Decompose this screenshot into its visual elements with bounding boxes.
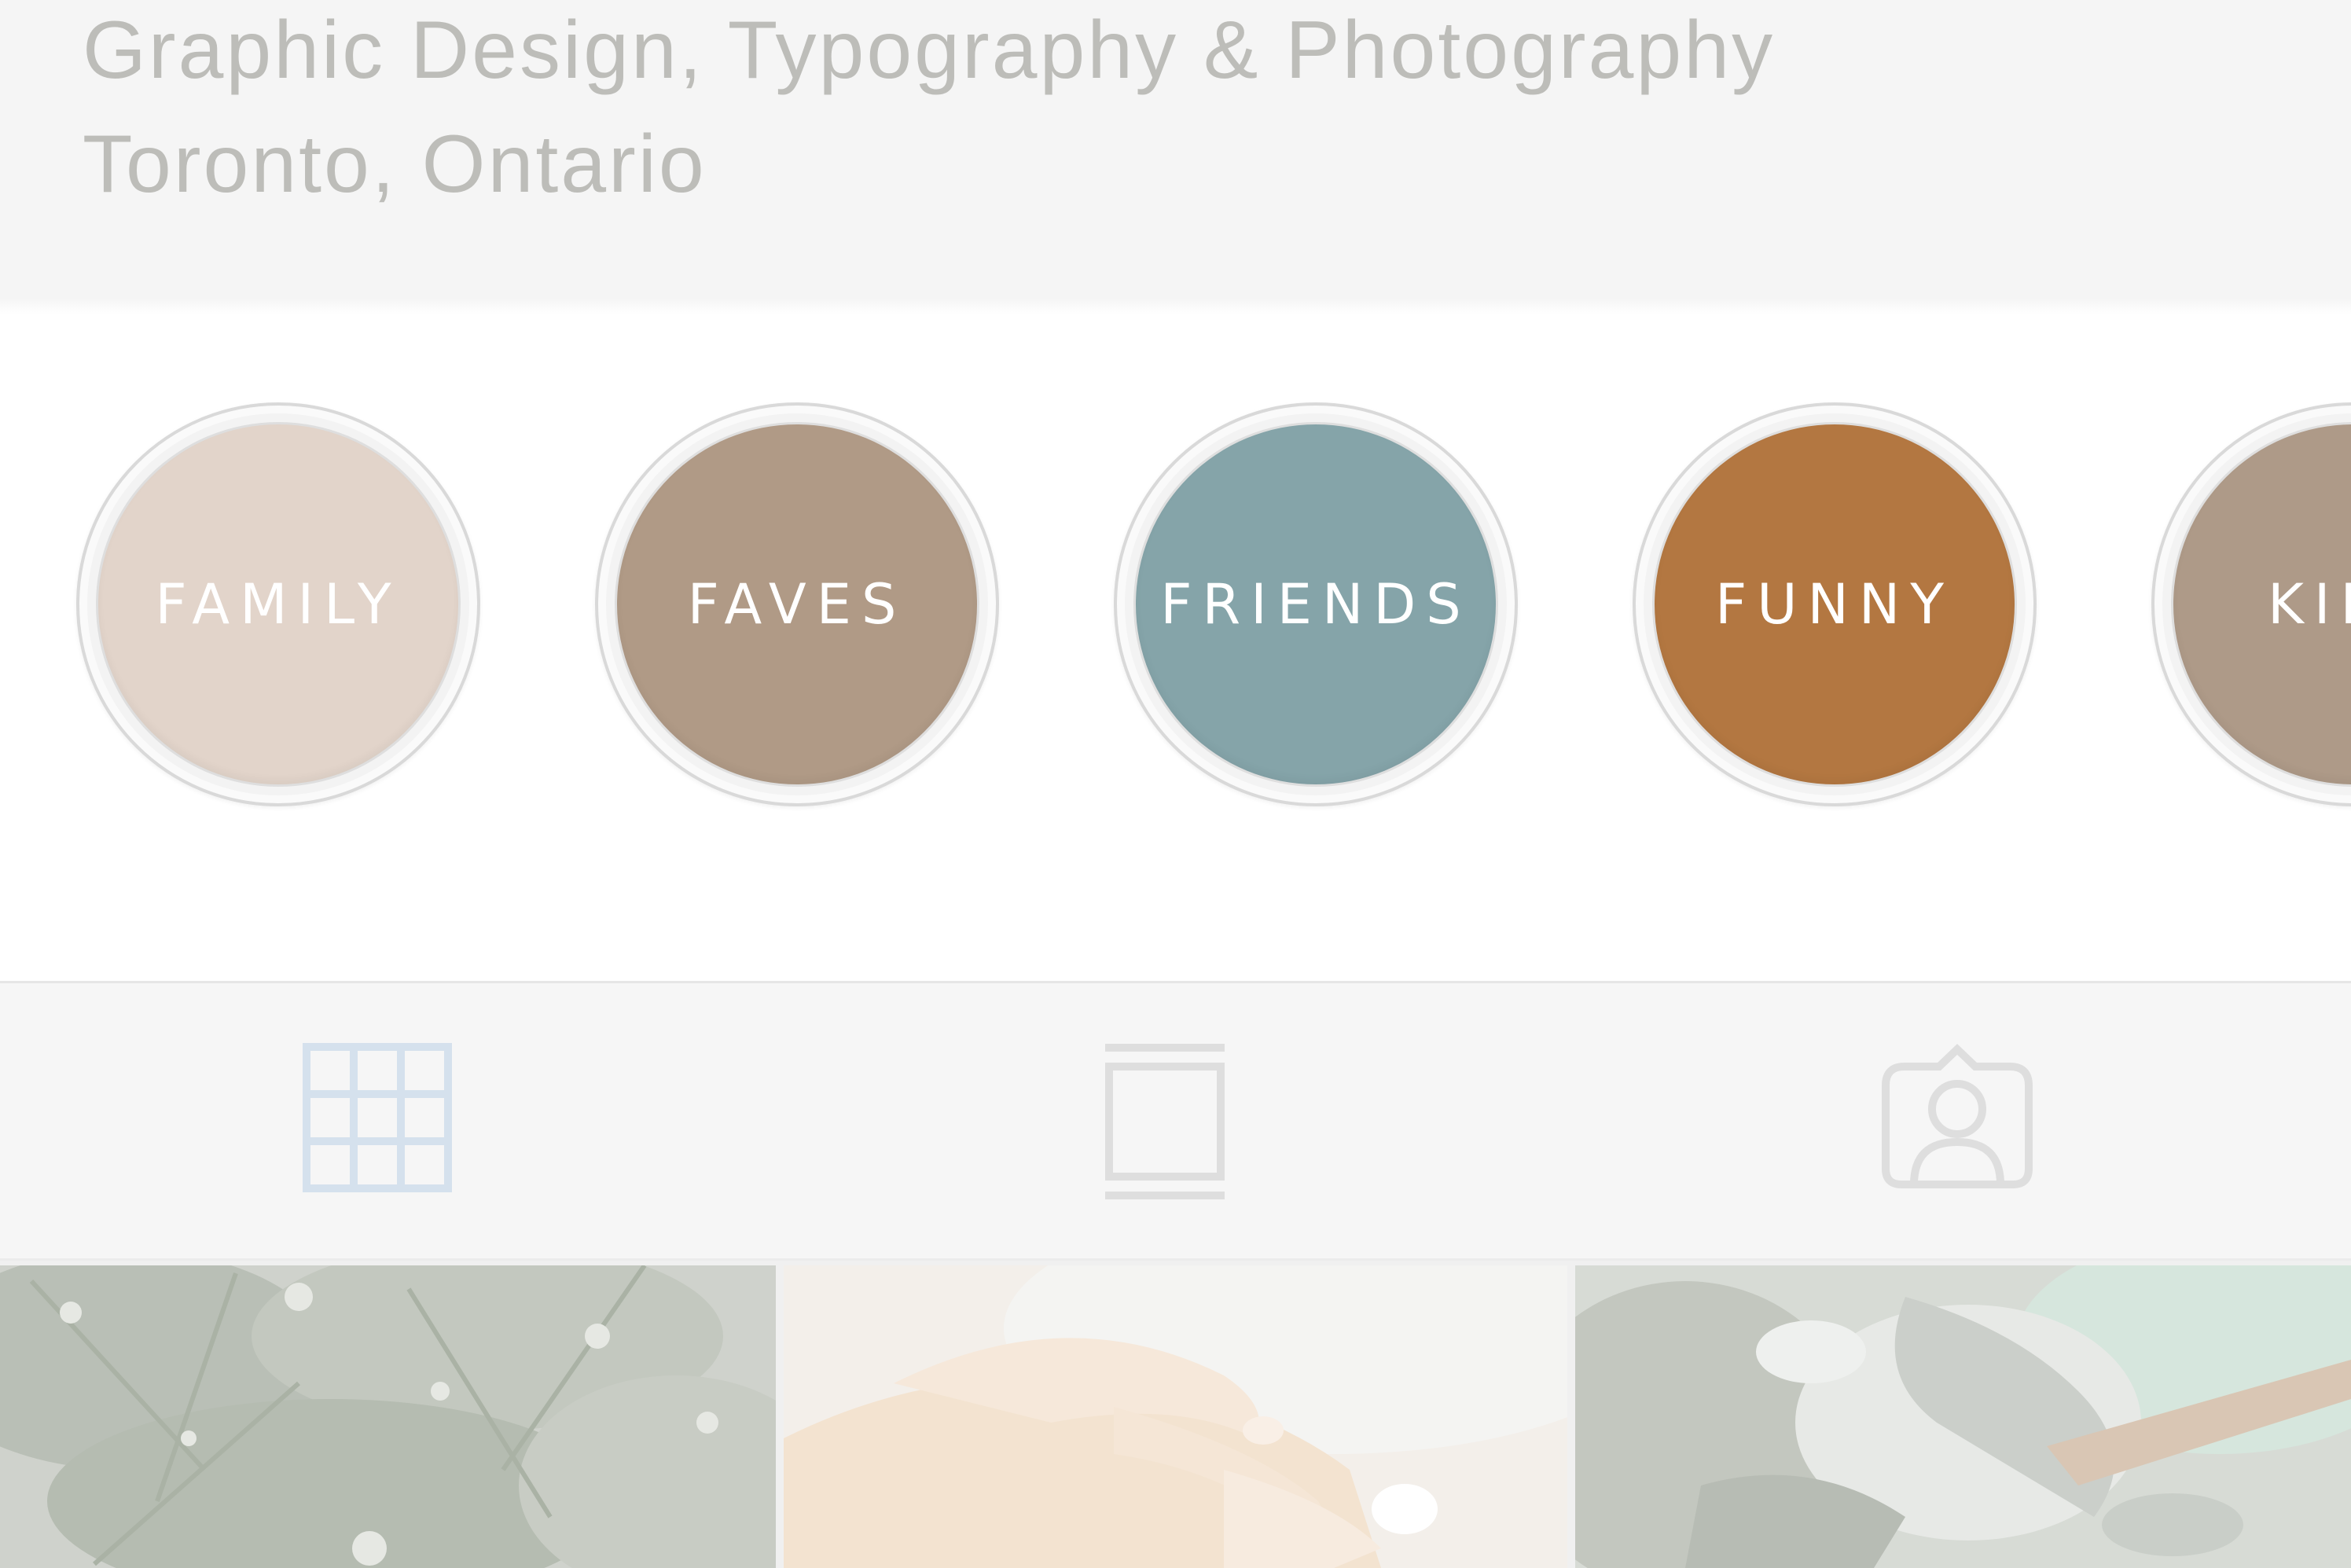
foliage-photo <box>0 1265 776 1568</box>
highlight-label: KIDS <box>2268 572 2351 637</box>
feed-icon <box>1105 1044 1225 1199</box>
bio-text: Graphic Design, Typography & Photography <box>83 5 1776 96</box>
hands-photo <box>784 1265 1567 1568</box>
tagged-icon <box>1882 1044 2033 1188</box>
profile-tab-bar <box>0 981 2351 1261</box>
highlight-cover: FAMILY <box>98 424 458 784</box>
highlight-cover: FRIENDS <box>1136 424 1496 784</box>
highlight-faves[interactable]: FAVES <box>595 402 999 806</box>
grid-icon <box>303 1043 452 1192</box>
highlight-cover: FAVES <box>617 424 977 784</box>
highlight-cover: FUNNY <box>1655 424 2015 784</box>
highlight-funny[interactable]: FUNNY <box>1633 402 2037 806</box>
photo-tile[interactable] <box>0 1265 776 1568</box>
story-highlights: FAMILY FAVES FRIENDS FUNNY KIDS <box>0 314 2351 981</box>
profile-bio: Graphic Design, Typography & Photography… <box>0 0 2351 314</box>
highlight-cover: KIDS <box>2173 424 2351 784</box>
stream-photo <box>1575 1265 2351 1568</box>
profile-page: Graphic Design, Typography & Photography… <box>0 0 2351 1568</box>
tab-grid[interactable] <box>0 983 784 1258</box>
highlight-label: FRIENDS <box>1160 572 1471 637</box>
tab-tagged[interactable] <box>1567 983 2351 1258</box>
bio-location: Toronto, Ontario <box>83 119 707 210</box>
photo-grid <box>0 1261 2351 1568</box>
highlight-friends[interactable]: FRIENDS <box>1114 402 1518 806</box>
highlight-family[interactable]: FAMILY <box>76 402 480 806</box>
highlight-label: FUNNY <box>1715 572 1954 637</box>
tab-feed[interactable] <box>784 983 1567 1258</box>
highlight-label: FAVES <box>687 572 907 637</box>
highlight-label: FAMILY <box>155 572 402 637</box>
highlight-kids[interactable]: KIDS <box>2151 402 2351 806</box>
photo-tile[interactable] <box>1575 1265 2351 1568</box>
photo-tile[interactable] <box>784 1265 1567 1568</box>
